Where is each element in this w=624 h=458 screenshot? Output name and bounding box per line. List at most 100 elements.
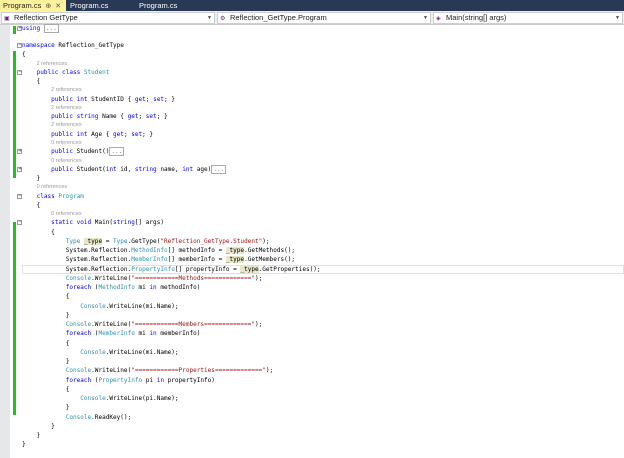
reference-count[interactable]: 0 references [51, 211, 82, 217]
code-line[interactable]: Console.WriteLine("============Members==… [0, 320, 624, 329]
code-line[interactable]: } [0, 311, 624, 320]
collapse-icon[interactable]: − [17, 43, 22, 49]
code-line[interactable]: public int StudentID { get; set; } [0, 95, 624, 104]
keyword: foreach [65, 284, 92, 292]
code-editor[interactable]: + using ... − namespace Reflection_GetType{… [0, 24, 624, 450]
collapse-icon[interactable]: − [17, 69, 22, 75]
reference-count-line[interactable]: 0 references [0, 183, 624, 191]
keyword: in [156, 376, 164, 384]
code-line[interactable]: foreach (MemberInfo mi in memberInfo) [0, 329, 624, 338]
code-text: { [36, 201, 41, 209]
reference-count-line[interactable]: 2 references [0, 60, 624, 68]
code-line[interactable]: } [0, 403, 624, 412]
collapsed-region[interactable]: ... [109, 147, 125, 157]
code-line[interactable]: } [0, 357, 624, 366]
tab-program-cs-2[interactable]: Program.cs [67, 0, 135, 11]
reference-count[interactable]: 0 references [51, 158, 82, 164]
expand-icon[interactable]: + [17, 26, 22, 31]
code-line[interactable]: foreach (PropertyInfo pi in propertyInfo… [0, 376, 624, 385]
code-line[interactable]: − namespace Reflection_GetType [0, 41, 624, 50]
collapse-icon[interactable]: − [17, 220, 22, 226]
keyword: static void [51, 219, 92, 227]
code-text: ); [265, 367, 274, 375]
code-line[interactable]: + public Student(int id, string name, in… [0, 164, 624, 174]
type-name: Console [80, 302, 106, 310]
reference-count[interactable]: 2 references [37, 61, 68, 67]
class-dropdown[interactable]: ⚙ Reflection_GetType.Program ▼ [217, 12, 431, 24]
keyword: get [134, 95, 146, 103]
tab-program-cs-active[interactable]: Program.cs ⊕ ✕ [0, 0, 66, 11]
keyword: in [149, 284, 157, 292]
code-line[interactable]: public int Age { get; set; } [0, 130, 624, 139]
code-text: .WriteLine(mi.Name); [105, 302, 179, 310]
reference-count-line[interactable]: 2 references [0, 86, 624, 94]
code-line[interactable]: Type _type = Type.GetType("Reflection_Ge… [0, 237, 624, 246]
code-text: mi [134, 330, 150, 338]
reference-count-line[interactable]: 0 references [0, 157, 624, 165]
reference-count-line[interactable]: 0 references [0, 139, 624, 147]
pin-icon[interactable]: ⊕ [45, 3, 51, 10]
reference-count[interactable]: 0 references [37, 184, 68, 190]
code-line[interactable]: { [0, 292, 624, 301]
code-line[interactable]: + using ... [0, 24, 624, 33]
code-line[interactable]: System.Reflection.MemberInfo[] memberInf… [0, 255, 624, 264]
code-line[interactable]: − public class Student [0, 68, 624, 77]
collapsed-region[interactable]: ... [211, 164, 227, 174]
project-label: Reflection GetType [14, 13, 78, 22]
code-text: Name { [98, 113, 128, 121]
code-line[interactable]: Console.WriteLine(pi.Name); [0, 394, 624, 403]
code-line[interactable]: foreach (MethodInfo mi in methodInfo) [0, 283, 624, 292]
blank-line[interactable] [0, 33, 624, 41]
code-line[interactable]: System.Reflection.MethodInfo[] methodInf… [0, 246, 624, 255]
expand-icon[interactable]: + [17, 166, 22, 172]
code-line[interactable]: System.Reflection.PropertyInfo[] propert… [22, 264, 624, 274]
code-line[interactable]: { [0, 201, 624, 210]
collapse-icon[interactable]: − [17, 193, 22, 199]
member-dropdown[interactable]: ◈ Main(string[] args) ▼ [433, 12, 623, 24]
code-line[interactable]: { [0, 228, 624, 237]
reference-count[interactable]: 2 references [51, 87, 82, 93]
code-line[interactable]: − class Program [0, 192, 624, 201]
code-line[interactable]: Console.WriteLine(mi.Name); [0, 348, 624, 357]
project-dropdown[interactable]: ▣ Reflection GetType ▼ [1, 12, 215, 24]
code-text: Reflection_GetType [54, 42, 124, 50]
code-text: { [65, 385, 70, 393]
code-line[interactable]: } [0, 440, 624, 449]
reference-count-line[interactable]: 0 references [0, 210, 624, 218]
code-text: } [36, 432, 41, 440]
code-line[interactable]: { [0, 339, 624, 348]
code-line[interactable]: { [0, 385, 624, 394]
code-line[interactable]: { [0, 77, 624, 86]
close-icon[interactable]: ✕ [55, 3, 61, 10]
tab-program-cs-3[interactable]: Program.cs [136, 0, 204, 11]
keyword: get [113, 130, 124, 138]
code-line[interactable]: Console.WriteLine(mi.Name); [0, 302, 624, 311]
code-line[interactable]: + public Student()... [0, 147, 624, 157]
code-line[interactable]: − static void Main(string[] args) [0, 218, 624, 227]
reference-count[interactable]: 0 references [51, 140, 82, 146]
code-line[interactable]: } [0, 174, 624, 183]
code-text: } [65, 311, 70, 319]
reference-count[interactable]: 2 references [51, 122, 82, 128]
code-text: id, [116, 165, 135, 173]
code-line[interactable]: public string Name { get; set; } [0, 112, 624, 121]
code-line[interactable]: Console.WriteLine("============Methods==… [0, 274, 624, 283]
reference-count[interactable]: 2 references [51, 105, 82, 111]
class-label: Reflection_GetType.Program [230, 13, 327, 22]
reference-count-line[interactable]: 2 references [0, 121, 624, 129]
code-line[interactable]: } [0, 431, 624, 440]
code-line[interactable]: { [0, 50, 624, 59]
expand-icon[interactable]: + [17, 149, 22, 155]
code-text: memberInfo) [156, 330, 201, 338]
reference-count-line[interactable]: 2 references [0, 104, 624, 112]
code-line[interactable]: Console.ReadKey(); [0, 413, 624, 422]
collapsed-region[interactable]: ... [43, 24, 59, 33]
code-line[interactable]: Console.WriteLine("============Propertie… [0, 366, 624, 375]
code-line[interactable]: } [0, 422, 624, 431]
